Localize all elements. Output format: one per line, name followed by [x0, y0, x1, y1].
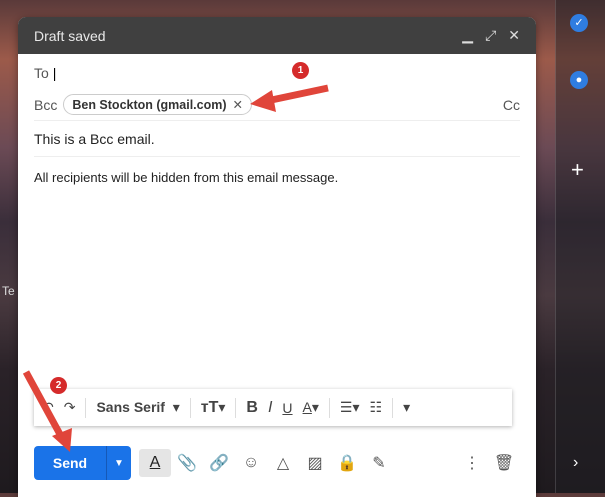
recipient-chip[interactable]: Ben Stockton (gmail.com) ✕ [63, 94, 253, 115]
tasks-icon[interactable]: ✓ [570, 14, 588, 32]
discard-icon[interactable]: 🗑 [488, 453, 520, 473]
attach-icon[interactable]: 📎 [171, 453, 203, 473]
undo-icon[interactable]: ↶ [42, 399, 54, 416]
message-body[interactable]: All recipients will be hidden from this … [34, 170, 520, 185]
add-addon-icon[interactable]: + [571, 157, 584, 183]
compose-header: Draft saved ▁ ⤢ ✕ [18, 17, 536, 54]
send-button[interactable]: Send ▼ [34, 446, 131, 480]
drive-icon[interactable]: △ [267, 453, 299, 473]
compose-window: Draft saved ▁ ⤢ ✕ To | Bcc Ben Stockton … [18, 17, 536, 497]
background-text: Te [2, 284, 15, 298]
bold-icon[interactable]: B [246, 399, 258, 417]
photo-icon[interactable]: ▨ [299, 453, 331, 473]
link-icon[interactable]: 🔗 [203, 453, 235, 473]
fullscreen-icon[interactable]: ⤢ [485, 27, 496, 44]
formatting-toolbar: ↶ ↷ Sans Serif ▾ тT▾ B I U A▾ ☰▾ ☷ ▾ [34, 389, 512, 426]
to-field[interactable]: To | [34, 65, 520, 81]
expand-panel-icon[interactable]: › [573, 454, 578, 472]
redo-icon[interactable]: ↷ [64, 399, 76, 416]
underline-icon[interactable]: U [282, 400, 292, 416]
more-options-icon[interactable]: ⋮ [456, 453, 488, 473]
compose-actions: Send ▼ A 📎 🔗 ☺ △ ▨ 🔒 ✎ ⋮ 🗑 [34, 446, 520, 480]
annotation-badge-1: 1 [292, 62, 309, 79]
schedule-send-dropdown[interactable]: ▼ [107, 446, 131, 480]
contacts-icon[interactable]: ● [570, 71, 588, 89]
bcc-field[interactable]: Bcc Ben Stockton (gmail.com) ✕ Cc [34, 93, 520, 121]
numbered-list-icon[interactable]: ☷ [370, 399, 383, 416]
text-color-icon[interactable]: A▾ [303, 399, 319, 416]
font-select[interactable]: Sans Serif ▾ [96, 399, 179, 416]
text-size-icon[interactable]: тT▾ [201, 399, 226, 417]
close-icon[interactable]: ✕ [508, 27, 520, 44]
remove-recipient-icon[interactable]: ✕ [233, 98, 243, 112]
subject-field[interactable]: This is a Bcc email. [34, 131, 520, 157]
signature-icon[interactable]: ✎ [363, 453, 395, 473]
to-label: To [34, 65, 49, 81]
more-formatting-icon[interactable]: ▾ [403, 399, 410, 416]
compose-title: Draft saved [34, 27, 106, 44]
formatting-options-icon[interactable]: A [139, 449, 171, 477]
emoji-icon[interactable]: ☺ [235, 454, 267, 472]
minimize-icon[interactable]: ▁ [462, 27, 473, 44]
confidential-mode-icon[interactable]: 🔒 [331, 453, 363, 473]
annotation-badge-2: 2 [50, 377, 67, 394]
italic-icon[interactable]: I [268, 399, 272, 417]
align-icon[interactable]: ☰▾ [340, 399, 360, 416]
bcc-label: Bcc [34, 96, 58, 113]
cc-link[interactable]: Cc [503, 97, 520, 113]
